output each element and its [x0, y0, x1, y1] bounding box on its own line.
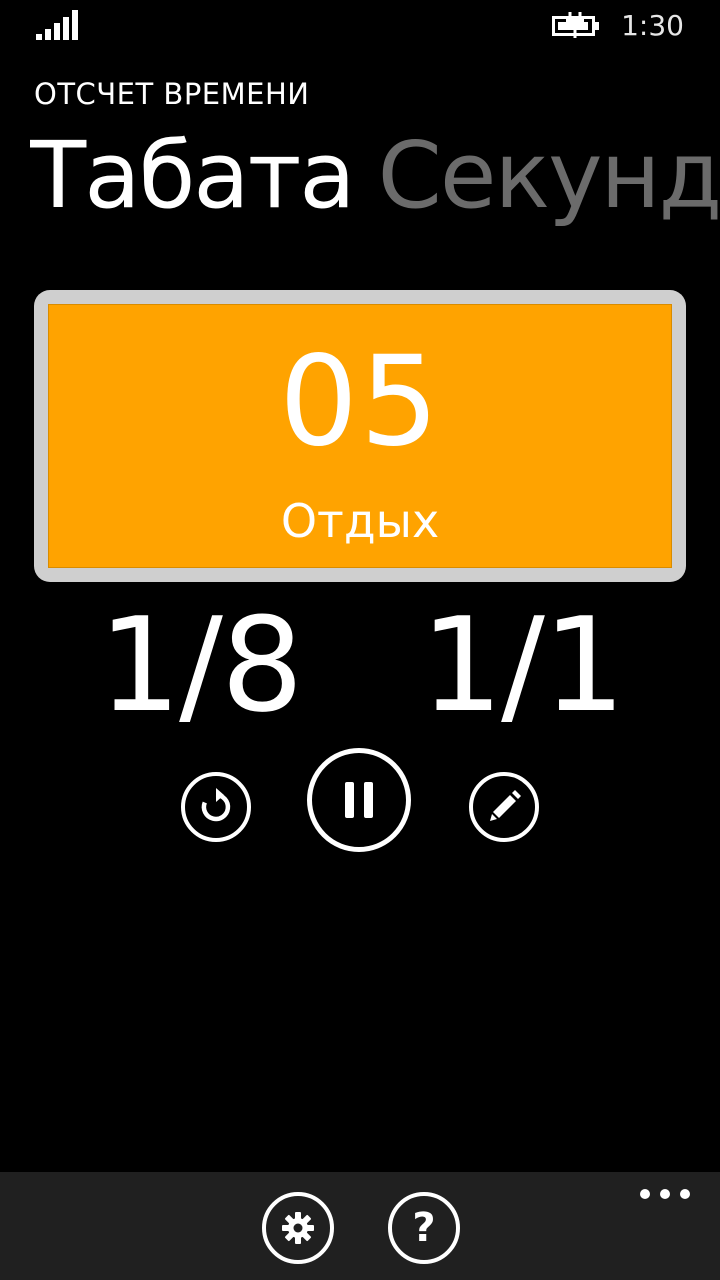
pause-icon — [345, 782, 373, 818]
restart-icon — [201, 788, 231, 822]
question-icon: ? — [412, 1205, 436, 1251]
pivot-item-stopwatch[interactable]: Секундомер — [378, 118, 720, 234]
settings-button[interactable] — [262, 1192, 334, 1264]
gear-icon — [282, 1212, 314, 1244]
app-title: ОТСЧЕТ ВРЕМЕНИ — [34, 77, 310, 111]
restart-button[interactable] — [181, 772, 251, 842]
timer-phase: Отдых — [280, 494, 440, 548]
round-counter: 1/8 — [98, 589, 303, 741]
timer-count: 05 — [279, 330, 441, 474]
timer-frame: 05 Отдых — [34, 290, 686, 582]
signal-strength-icon — [36, 10, 78, 40]
pivot-item-tabata[interactable]: Табата — [30, 118, 356, 234]
ellipsis-dot — [640, 1189, 650, 1199]
pivot-header: ТабатаСекундомер — [30, 118, 720, 238]
battery-charging-icon — [552, 12, 599, 38]
ellipsis-dot — [680, 1189, 690, 1199]
more-button[interactable] — [640, 1184, 690, 1204]
timer-panel: 05 Отдых — [48, 304, 672, 568]
cycle-counter: 1/1 — [420, 589, 625, 741]
app-bar — [0, 1172, 720, 1280]
ellipsis-dot — [660, 1189, 670, 1199]
pause-button[interactable] — [307, 748, 411, 852]
status-clock: 1:30 — [621, 9, 684, 42]
pencil-icon — [490, 790, 521, 821]
status-bar: 1:30 — [0, 0, 720, 52]
help-button[interactable]: ? — [388, 1192, 460, 1264]
edit-button[interactable] — [469, 772, 539, 842]
